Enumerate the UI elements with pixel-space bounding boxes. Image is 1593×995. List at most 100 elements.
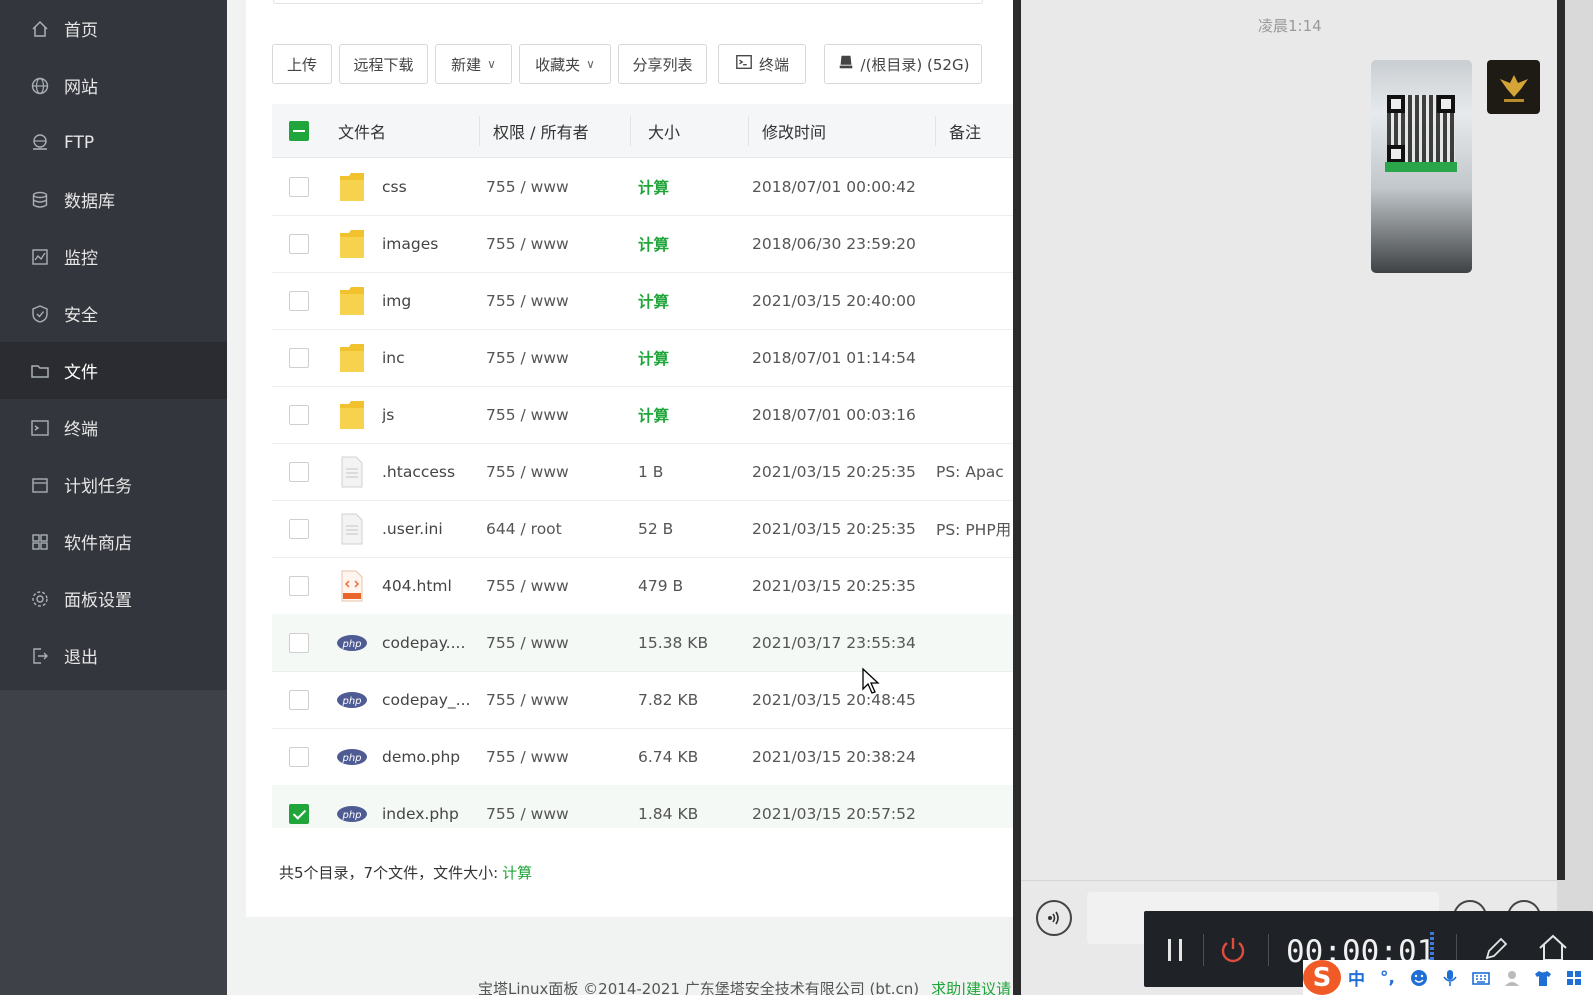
- header-size[interactable]: 大小: [648, 104, 680, 158]
- file-size: 1 B: [638, 463, 664, 481]
- table-row[interactable]: .htaccess 755 / www 1 B 2021/03/15 20:25:35…: [272, 443, 1013, 501]
- monitor-icon: [30, 247, 50, 267]
- sidebar-item[interactable]: 计划任务: [0, 456, 227, 513]
- file-size[interactable]: 计算: [638, 329, 669, 387]
- sidebar-item[interactable]: 终端: [0, 399, 227, 456]
- sidebar-item[interactable]: 文件: [0, 342, 227, 399]
- row-checkbox[interactable]: [289, 177, 309, 197]
- row-checkbox[interactable]: [289, 462, 309, 482]
- file-mtime: 2021/03/15 20:25:35: [752, 577, 916, 595]
- file-name[interactable]: demo.php: [382, 728, 480, 786]
- svg-text:php: php: [341, 639, 361, 650]
- row-checkbox[interactable]: [289, 804, 309, 824]
- header-divider: [748, 116, 749, 146]
- sidebar-item[interactable]: 安全: [0, 285, 227, 342]
- table-row[interactable]: 404.html 755 / www 479 B 2021/03/15 20:25:3…: [272, 557, 1013, 615]
- new-dropdown-button[interactable]: 新建 ∨: [435, 44, 512, 84]
- header-name[interactable]: 文件名: [338, 104, 386, 158]
- row-checkbox[interactable]: [289, 234, 309, 254]
- row-checkbox[interactable]: [289, 519, 309, 539]
- sidebar-item-label: 数据库: [64, 192, 115, 212]
- table-row[interactable]: js 755 / www 计算 2018/07/01 00:03:16: [272, 386, 1013, 444]
- file-note: [936, 671, 1013, 729]
- remote-download-button[interactable]: 远程下载: [339, 44, 428, 84]
- stop-recording-power-icon[interactable]: [1217, 934, 1249, 966]
- table-row[interactable]: php demo.php 755 / www 6.74 KB 2021/03/15 20…: [272, 728, 1013, 786]
- table-row[interactable]: img 755 / www 计算 2021/03/15 20:40:00: [272, 272, 1013, 330]
- recorder-divider: [1268, 934, 1269, 966]
- file-name[interactable]: index.php: [382, 785, 480, 828]
- file-name[interactable]: .htaccess: [382, 443, 480, 501]
- table-row[interactable]: .user.ini 644 / root 52 B 2021/03/15 20:25:…: [272, 500, 1013, 558]
- row-checkbox[interactable]: [289, 633, 309, 653]
- voice-icon: [1048, 911, 1059, 925]
- path-bar[interactable]: [273, 0, 983, 4]
- file-size[interactable]: 计算: [638, 215, 669, 273]
- disk-root-button[interactable]: /(根目录) (52G): [824, 44, 982, 84]
- file-name[interactable]: 404.html: [382, 557, 480, 615]
- footer: 宝塔Linux面板 ©2014-2021 广东堡塔安全技术有限公司 (bt.cn…: [478, 978, 1011, 995]
- share-list-button[interactable]: 分享列表: [618, 44, 707, 84]
- row-checkbox[interactable]: [289, 747, 309, 767]
- row-checkbox[interactable]: [289, 348, 309, 368]
- favorites-dropdown-button[interactable]: 收藏夹 ∨: [519, 44, 611, 84]
- file-name[interactable]: img: [382, 272, 480, 330]
- terminal-label: 终端: [758, 55, 789, 74]
- sidebar-item[interactable]: 退出: [0, 627, 227, 684]
- file-size[interactable]: 计算: [638, 158, 669, 216]
- emoji-icon[interactable]: [1403, 960, 1434, 995]
- file-name[interactable]: .user.ini: [382, 500, 480, 558]
- table-row[interactable]: inc 755 / www 计算 2018/07/01 01:14:54: [272, 329, 1013, 387]
- file-mtime: 2018/07/01 00:00:42: [752, 178, 916, 196]
- text-file-icon: [337, 512, 367, 546]
- row-checkbox[interactable]: [289, 576, 309, 596]
- file-size[interactable]: 计算: [638, 386, 669, 444]
- header-mtime[interactable]: 修改时间: [762, 104, 826, 158]
- file-name[interactable]: images: [382, 215, 480, 273]
- row-checkbox[interactable]: [289, 405, 309, 425]
- keyboard-icon[interactable]: [1465, 960, 1496, 995]
- punctuation-toggle[interactable]: °,: [1372, 960, 1403, 995]
- file-size: 7.82 KB: [638, 691, 699, 709]
- header-perm[interactable]: 权限 / 所有者: [493, 104, 589, 158]
- avatar[interactable]: [1487, 60, 1540, 114]
- toolbox-grid-icon[interactable]: [1558, 960, 1589, 995]
- table-row[interactable]: php codepay.... 755 / www 15.38 KB 2021/03/1…: [272, 614, 1013, 672]
- ime-mode-toggle[interactable]: 中: [1341, 960, 1372, 995]
- file-size[interactable]: 计算: [638, 272, 669, 330]
- table-row[interactable]: php index.php 755 / www 1.84 KB 2021/03/15 2…: [272, 785, 1013, 828]
- file-name[interactable]: css: [382, 158, 480, 216]
- table-row[interactable]: php codepay_... 755 / www 7.82 KB 2021/03/15…: [272, 671, 1013, 729]
- sidebar-item[interactable]: FTP: [0, 114, 227, 171]
- microphone-icon[interactable]: [1434, 960, 1465, 995]
- sidebar-item[interactable]: 首页: [0, 0, 227, 57]
- pause-icon[interactable]: [1162, 935, 1188, 965]
- sidebar-item[interactable]: 监控: [0, 228, 227, 285]
- sidebar-item[interactable]: 面板设置: [0, 570, 227, 627]
- file-name[interactable]: codepay_...: [382, 671, 480, 729]
- table-row[interactable]: css 755 / www 计算 2018/07/01 00:00:42: [272, 158, 1013, 216]
- upload-button[interactable]: 上传: [272, 44, 332, 84]
- row-checkbox[interactable]: [289, 690, 309, 710]
- file-name[interactable]: js: [382, 386, 480, 444]
- sogou-logo-icon[interactable]: S: [1303, 960, 1341, 995]
- user-icon[interactable]: [1496, 960, 1527, 995]
- row-checkbox[interactable]: [289, 291, 309, 311]
- help-link[interactable]: 求助|建议请: [931, 980, 1011, 995]
- sidebar-item[interactable]: 数据库: [0, 171, 227, 228]
- calendar-icon: [30, 475, 50, 495]
- sidebar-item[interactable]: 软件商店: [0, 513, 227, 570]
- voice-input-button[interactable]: [1036, 900, 1072, 936]
- qr-code-photo[interactable]: [1371, 60, 1472, 273]
- file-name[interactable]: inc: [382, 329, 480, 387]
- sidebar-item[interactable]: 网站: [0, 57, 227, 114]
- table-row[interactable]: images 755 / www 计算 2018/06/30 23:59:20: [272, 215, 1013, 273]
- file-mtime: 2021/03/15 20:57:52: [752, 805, 916, 823]
- terminal-button[interactable]: 终端: [718, 44, 806, 84]
- header-divider: [630, 116, 631, 146]
- skin-shirt-icon[interactable]: [1527, 960, 1558, 995]
- file-name[interactable]: codepay....: [382, 614, 480, 672]
- file-permission: 755 / www: [486, 748, 569, 766]
- select-all-checkbox[interactable]: [289, 121, 309, 141]
- calc-total-size-link[interactable]: 计算: [502, 864, 532, 882]
